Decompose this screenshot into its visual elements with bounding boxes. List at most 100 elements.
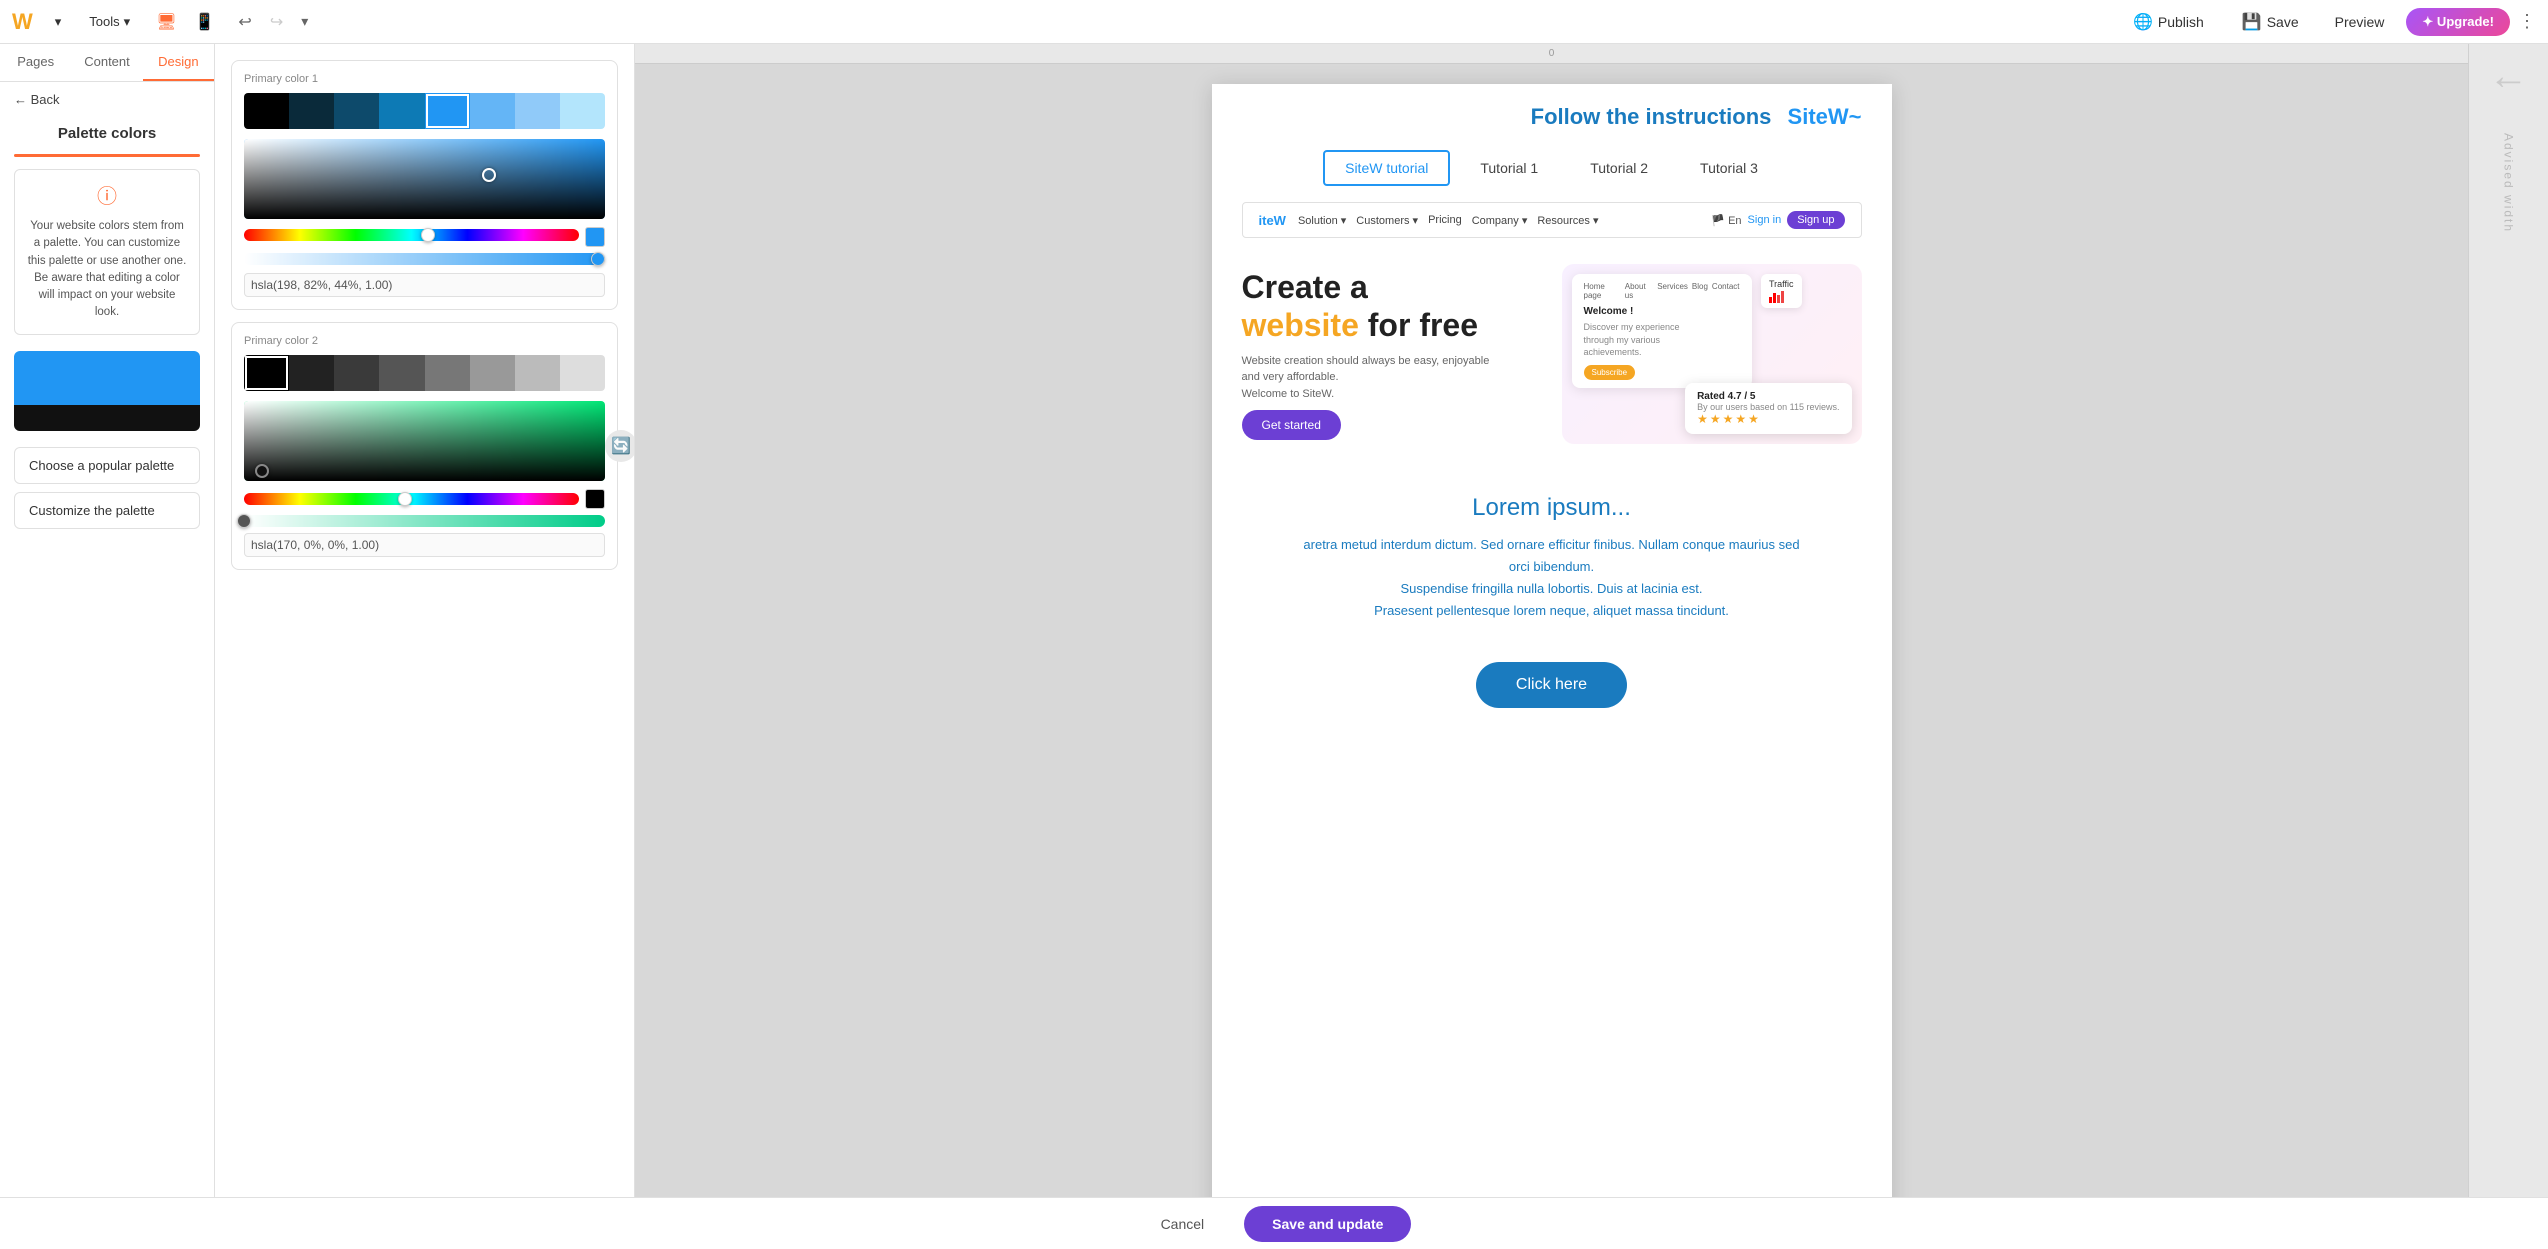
color-preview-bottom (14, 405, 200, 431)
upgrade-btn[interactable]: ✦ Upgrade! (2406, 8, 2510, 36)
dropdown-arrow[interactable]: ▾ (45, 10, 72, 34)
canvas-scroll[interactable]: Follow the instructions SiteW~ SiteW tut… (635, 64, 2468, 1249)
hue-slider-1[interactable] (244, 229, 579, 241)
back-button[interactable]: ← Back (0, 82, 214, 117)
tools-menu[interactable]: Tools ▾ (79, 10, 140, 34)
swatch-2-8[interactable] (560, 355, 605, 391)
mini-nav-items: Solution ▾ Customers ▾ Pricing Company ▾… (1298, 214, 1699, 227)
mini-signin[interactable]: Sign in (1748, 214, 1782, 226)
color-preview-box (14, 351, 200, 431)
rating-sub: By our users based on 115 reviews. (1697, 402, 1839, 412)
page-tabs-row: SiteW tutorial Tutorial 1 Tutorial 2 Tut… (1212, 140, 1892, 196)
click-here-btn[interactable]: Click here (1476, 662, 1627, 708)
mini-card-text: Discover my experiencethrough my various… (1584, 321, 1740, 359)
right-arrow-icon: ← (2489, 54, 2529, 99)
gradient-picker-1[interactable] (244, 139, 605, 219)
cancel-btn[interactable]: Cancel (1137, 1208, 1229, 1240)
hero-get-started-btn[interactable]: Get started (1242, 410, 1341, 440)
swatch-1-6[interactable] (470, 93, 515, 129)
tools-chevron: ▾ (124, 14, 131, 30)
mini-website-card: Home pageAbout usServicesBlogContact Wel… (1572, 274, 1752, 388)
upgrade-label: ✦ Upgrade! (2422, 14, 2494, 30)
swatch-2-4[interactable] (379, 355, 424, 391)
primary-color-2-label: Primary color 2 (244, 335, 605, 347)
mini-signup-btn[interactable]: Sign up (1787, 211, 1844, 229)
hero-title: Create a website for free (1242, 268, 1542, 345)
hsl-value-2[interactable]: hsla(170, 0%, 0%, 1.00) (244, 533, 605, 557)
swatch-2-3[interactable] (334, 355, 379, 391)
back-label: ← Back (14, 92, 60, 107)
mini-nav-actions: 🏴 En Sign in Sign up (1711, 211, 1844, 229)
click-btn-section: Click here (1212, 652, 1892, 738)
alpha-handle-2[interactable] (237, 514, 251, 528)
bottom-action-bar: Cancel Save and update (0, 1197, 2548, 1249)
history-btn[interactable]: ▾ (293, 8, 316, 36)
swatches-row-1 (244, 93, 605, 129)
traffic-widget: Traffic (1761, 274, 1802, 308)
preview-btn[interactable]: Preview (2321, 8, 2399, 36)
swatches-row-2 (244, 355, 605, 391)
swatch-1-2[interactable] (289, 93, 334, 129)
swatch-1-5[interactable] (425, 93, 470, 129)
mini-nav-resources[interactable]: Resources ▾ (1537, 214, 1598, 227)
publish-btn[interactable]: 🌐 Publish (2117, 6, 2220, 38)
mobile-btn[interactable]: 📱 (187, 8, 223, 36)
swatch-1-4[interactable] (379, 93, 424, 129)
info-box: ⓘ Your website colors stem from a palett… (14, 169, 200, 335)
mini-nav-pricing[interactable]: Pricing (1428, 214, 1462, 227)
picker-handle-1[interactable] (482, 168, 496, 182)
color-preview-dot-2 (585, 489, 605, 509)
rating-title: Rated 4.7 / 5 (1697, 391, 1839, 402)
mini-card-subscribe-btn[interactable]: Subscribe (1584, 365, 1636, 380)
tab-design[interactable]: Design (143, 44, 214, 81)
tab-tutorial-3[interactable]: Tutorial 3 (1678, 150, 1780, 186)
alpha-handle-1[interactable] (591, 252, 605, 266)
tab-tutorial-1[interactable]: Tutorial 1 (1458, 150, 1560, 186)
save-update-btn[interactable]: Save and update (1244, 1206, 1411, 1242)
swatch-2-6[interactable] (470, 355, 515, 391)
choose-palette-btn[interactable]: Choose a popular palette (14, 447, 200, 484)
swatch-2-2[interactable] (289, 355, 334, 391)
hue-slider-2[interactable] (244, 493, 579, 505)
more-btn[interactable]: ⋮ (2518, 11, 2536, 32)
hsl-value-1[interactable]: hsla(198, 82%, 44%, 1.00) (244, 273, 605, 297)
toolbar: W ▾ Tools ▾ 🖥 📱 ↩ ↪ ▾ 🌐 Publish 💾 Save P… (0, 0, 2548, 44)
rating-card: Rated 4.7 / 5 By our users based on 115 … (1685, 383, 1851, 434)
primary-color-1-section: Primary color 1 (231, 60, 618, 310)
mini-nav-solution[interactable]: Solution ▾ (1298, 214, 1346, 227)
mini-nav-customers[interactable]: Customers ▾ (1356, 214, 1418, 227)
logo-w-main: W (1828, 104, 1849, 130)
alpha-slider-1[interactable] (244, 253, 605, 265)
redo-btn[interactable]: ↪ (262, 8, 291, 36)
swatch-1-1[interactable] (244, 93, 289, 129)
mini-nav-company[interactable]: Company ▾ (1472, 214, 1528, 227)
swatch-1-7[interactable] (515, 93, 560, 129)
swatch-2-1[interactable] (244, 355, 289, 391)
rotate-btn[interactable]: 🔄 (605, 430, 635, 462)
mini-lang[interactable]: 🏴 En (1711, 214, 1741, 227)
app-logo[interactable]: W (12, 9, 33, 35)
picker-handle-2[interactable] (255, 464, 269, 478)
alpha-slider-2[interactable] (244, 515, 605, 527)
desktop-btn[interactable]: 🖥 (148, 8, 184, 36)
swatch-1-8[interactable] (560, 93, 605, 129)
left-sidebar: Pages Content Design ← Back Palette colo… (0, 44, 215, 1249)
swatch-2-7[interactable] (515, 355, 560, 391)
hue-handle-2[interactable] (398, 492, 412, 506)
tab-content[interactable]: Content (71, 44, 142, 81)
tab-pages[interactable]: Pages (0, 44, 71, 81)
hue-handle-1[interactable] (421, 228, 435, 242)
customize-palette-btn[interactable]: Customize the palette (14, 492, 200, 529)
right-panel: ← Advised width (2468, 44, 2548, 1249)
hero-subtitle: Website creation should always be easy, … (1242, 353, 1542, 403)
primary-color-2-section: Primary color 2 (231, 322, 618, 570)
tab-sitew-tutorial[interactable]: SiteW tutorial (1323, 150, 1450, 186)
save-btn[interactable]: 💾 Save (2228, 6, 2313, 38)
undo-btn[interactable]: ↩ (230, 8, 259, 36)
sidebar-tabs: Pages Content Design (0, 44, 214, 82)
swatch-2-5[interactable] (425, 355, 470, 391)
tab-tutorial-2[interactable]: Tutorial 2 (1568, 150, 1670, 186)
gradient-picker-2[interactable] (244, 401, 605, 481)
hero-text: Create a website for free Website creati… (1242, 268, 1542, 440)
swatch-1-3[interactable] (334, 93, 379, 129)
